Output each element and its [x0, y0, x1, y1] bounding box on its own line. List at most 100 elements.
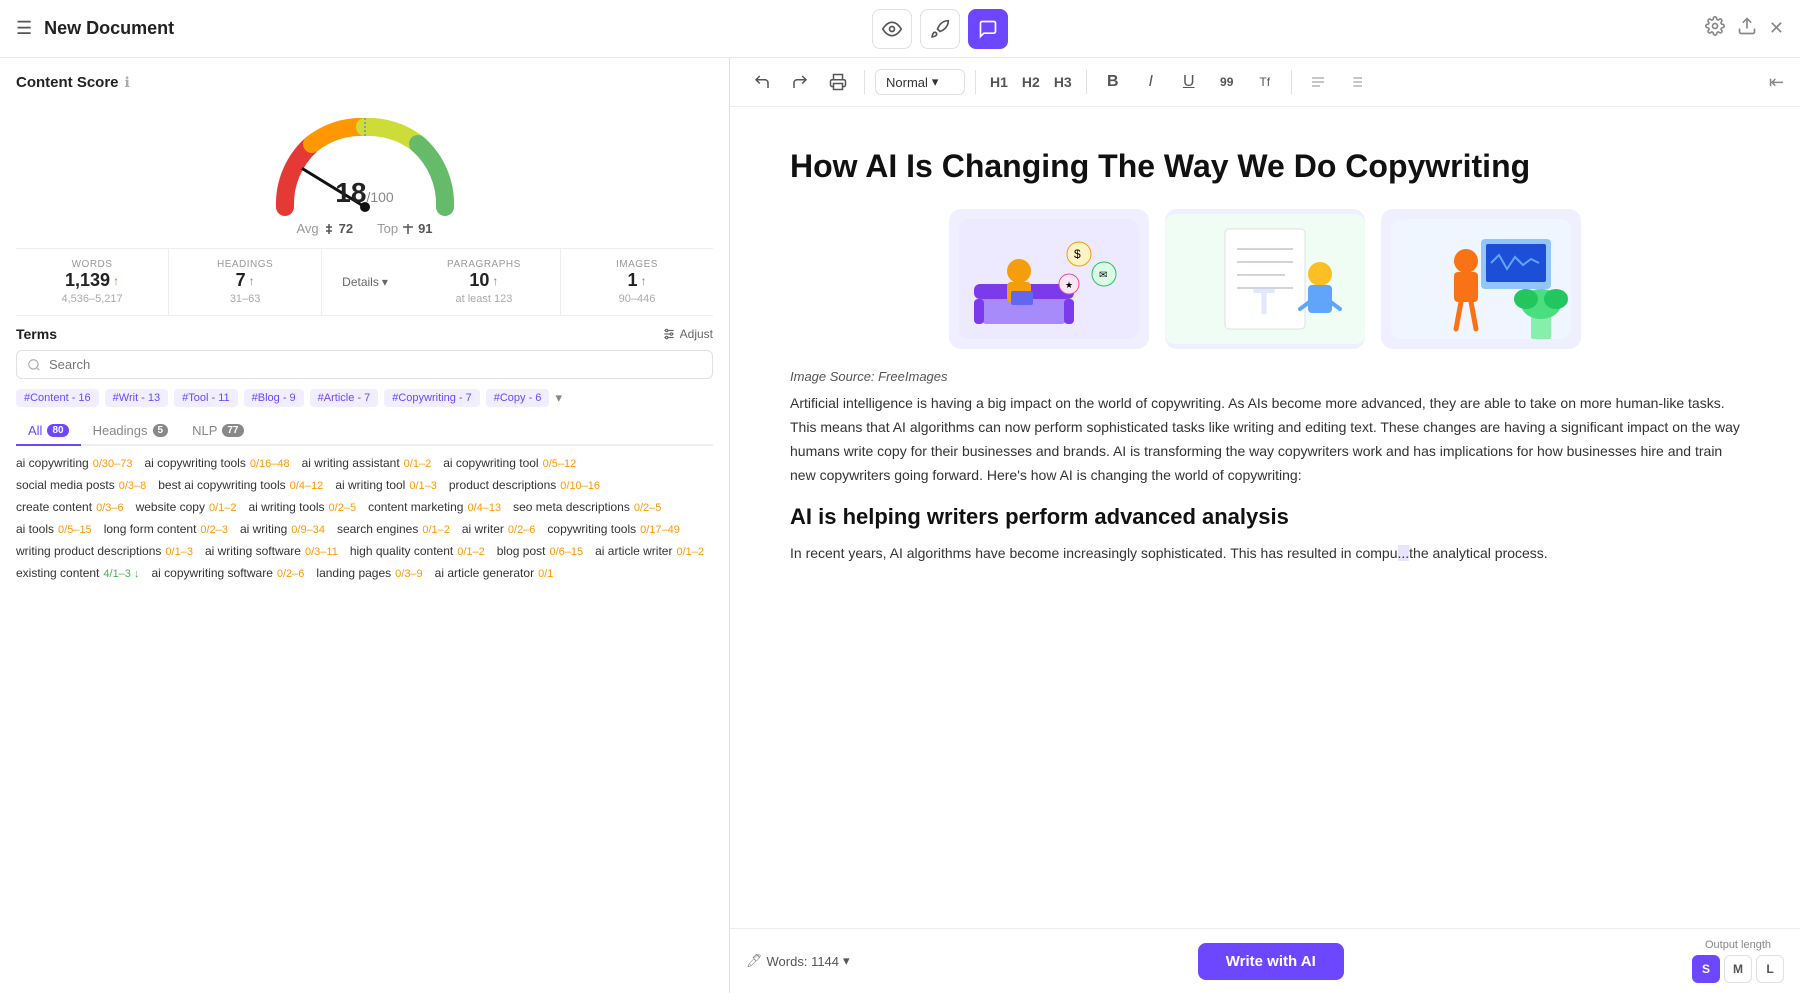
list-item: best ai copywriting tools 0/4–12 [158, 478, 323, 492]
term-count: 0/4–12 [290, 480, 324, 492]
term-count: 0/5–12 [543, 458, 577, 470]
h3-button[interactable]: H3 [1050, 70, 1076, 94]
tag-article[interactable]: #Article - 7 [310, 389, 379, 407]
output-length-label: Output length [1705, 939, 1771, 951]
h2-button[interactable]: H2 [1018, 70, 1044, 94]
undo-button[interactable] [746, 66, 778, 98]
search-input[interactable] [49, 357, 702, 372]
list-item: social media posts0/3–8 [16, 478, 146, 492]
size-m-button[interactable]: M [1724, 955, 1752, 983]
info-icon[interactable]: ℹ [125, 74, 130, 91]
h1-button[interactable]: H1 [986, 70, 1012, 94]
tag-blog[interactable]: #Blog - 9 [244, 389, 304, 407]
editor-content[interactable]: How AI Is Changing The Way We Do Copywri… [730, 107, 1800, 928]
bold-button[interactable]: B [1097, 66, 1129, 98]
tag-more-icon[interactable]: ▾ [555, 390, 562, 406]
term-count: 0/9–34 [291, 524, 325, 536]
list-item: search engines0/1–2 [337, 522, 450, 536]
term-name: blog post [497, 544, 546, 558]
tab-all[interactable]: All 80 [16, 417, 81, 446]
size-s-button[interactable]: S [1692, 955, 1720, 983]
term-name: content marketing [368, 500, 463, 514]
tag-copywriting[interactable]: #Copywriting - 7 [384, 389, 479, 407]
redo-button[interactable] [784, 66, 816, 98]
tab-headings-badge: 5 [153, 424, 169, 437]
terms-title: Terms [16, 326, 57, 342]
paragraphs-label: PARAGRAPHS [412, 259, 556, 270]
rocket-button[interactable] [920, 9, 960, 49]
close-icon[interactable]: ✕ [1769, 18, 1784, 39]
term-name: ai writing software [205, 544, 301, 558]
tag-writ[interactable]: #Writ - 13 [105, 389, 168, 407]
term-name: ai writing tool [335, 478, 405, 492]
term-count: 0/17–49 [640, 524, 680, 536]
tab-headings[interactable]: Headings 5 [81, 417, 181, 446]
tag-row: #Content - 16 #Writ - 13 #Tool - 11 #Blo… [16, 389, 713, 407]
content-score-header: Content Score ℹ [16, 74, 713, 91]
term-count: 0/10–16 [560, 480, 600, 492]
list-item: ai writing 0/9–34 [240, 522, 325, 536]
collapse-icon[interactable]: ⇤ [1769, 72, 1784, 93]
nav-center [872, 9, 1008, 49]
term-count: 0/3–9 [395, 568, 423, 580]
list-item: landing pages0/3–9 [316, 566, 422, 580]
term-name: product descriptions [449, 478, 556, 492]
quote-button[interactable]: 99 [1211, 66, 1243, 98]
size-l-button[interactable]: L [1756, 955, 1784, 983]
output-length: Output length S M L [1692, 939, 1784, 983]
underline-button[interactable]: U [1173, 66, 1205, 98]
tag-copy[interactable]: #Copy - 6 [486, 389, 550, 407]
tab-nlp[interactable]: NLP 77 [180, 417, 255, 446]
term-name: writing product descriptions [16, 544, 161, 558]
term-count: 0/2–6 [277, 568, 305, 580]
term-name: ai copywriting tools [144, 456, 245, 470]
headings-sub: 31–63 [173, 293, 317, 305]
tab-nlp-label: NLP [192, 423, 217, 438]
tf-button[interactable]: Tf [1249, 66, 1281, 98]
term-name: ai writing [240, 522, 287, 536]
main-layout: Content Score ℹ [0, 58, 1800, 993]
term-name: create content [16, 500, 92, 514]
article-title: How AI Is Changing The Way We Do Copywri… [790, 147, 1740, 185]
menu-icon[interactable]: ☰ [16, 18, 32, 39]
term-count: 0/1–2 [676, 546, 704, 558]
words-sub: 4,536–5,217 [20, 293, 164, 305]
align-button[interactable] [1302, 66, 1334, 98]
paragraph-2: In recent years, AI algorithms have beco… [790, 542, 1740, 566]
tag-content[interactable]: #Content - 16 [16, 389, 99, 407]
list-button[interactable] [1340, 66, 1372, 98]
print-button[interactable] [822, 66, 854, 98]
write-with-ai-button[interactable]: Write with AI [1198, 943, 1344, 980]
settings-icon[interactable] [1705, 16, 1725, 41]
divider [1291, 70, 1292, 94]
tag-tool[interactable]: #Tool - 11 [174, 389, 238, 407]
term-name: best ai copywriting tools [158, 478, 285, 492]
illustration-3 [1381, 209, 1581, 349]
adjust-button[interactable]: Adjust [662, 327, 713, 341]
avg-label: Avg [296, 221, 318, 236]
list-item: writing product descriptions0/1–3 [16, 544, 193, 558]
terms-section: Terms Adjust #Content - 16 #Writ - 13 #T… [0, 316, 729, 993]
share-icon[interactable] [1737, 16, 1757, 41]
chat-button[interactable] [968, 9, 1008, 49]
headings-value: 7 ↑ [173, 270, 317, 291]
paragraphs-up-arrow: ↑ [492, 274, 498, 288]
eye-button[interactable] [872, 9, 912, 49]
list-item: ai writing software0/3–11 [205, 544, 338, 558]
details-button[interactable]: Details ▾ [330, 265, 400, 299]
search-icon [27, 358, 41, 372]
list-item: long form content0/2–3 [104, 522, 228, 536]
list-item: website copy0/1–2 [136, 500, 237, 514]
word-count-chevron[interactable]: ▾ [843, 953, 850, 969]
details-btn-wrap: Details ▾ [322, 249, 408, 315]
term-count: 0/1 [538, 568, 553, 580]
list-item: product descriptions 0/10–16 [449, 478, 600, 492]
term-name: long form content [104, 522, 197, 536]
gauge-svg: 18/100 [265, 107, 465, 217]
list-item: ai copywriting tools0/16–48 [144, 456, 289, 470]
italic-button[interactable]: I [1135, 66, 1167, 98]
term-count: 0/1–2 [404, 458, 432, 470]
term-count: 0/4–13 [467, 502, 501, 514]
list-item: content marketing 0/4–13 [368, 500, 501, 514]
format-select[interactable]: Normal ▾ [875, 69, 965, 95]
